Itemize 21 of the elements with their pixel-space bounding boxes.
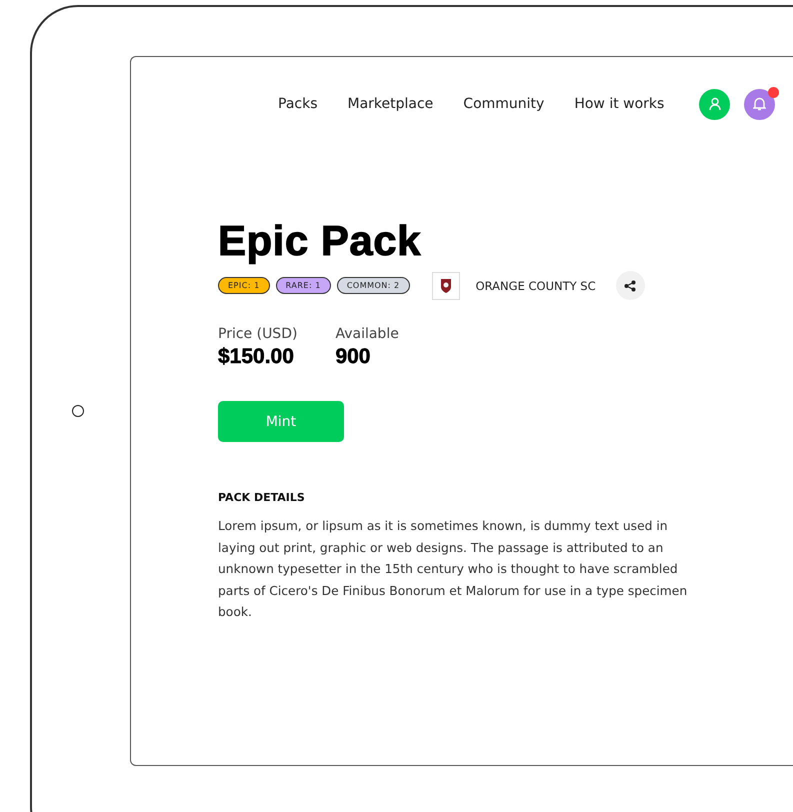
stat-value: $150.00 xyxy=(218,345,295,369)
share-icon xyxy=(624,280,636,292)
nav-link[interactable]: How it works xyxy=(574,96,664,112)
share-button[interactable] xyxy=(616,271,645,300)
pack-description: Lorem ipsum, or lipsum as it is sometimes known, is dummy text used in laying out print, graphic or web designs. The passage is attributed to an unknown typesetter in the 15th century who is thought to have scrambled parts of Cicero's De Finibus Bonorum et Malorum for use in a type specimen book. xyxy=(218,518,688,622)
pack-title: Epic Pack xyxy=(218,217,422,265)
rarity-tag: COMMON: 2 xyxy=(336,277,410,294)
stat-label: Price (USD) xyxy=(218,326,298,342)
rarity-tag: RARE: 1 xyxy=(276,277,331,294)
user-icon xyxy=(708,97,722,111)
stat-value: 900 xyxy=(335,345,372,369)
bell-icon xyxy=(753,97,766,111)
home-button[interactable] xyxy=(72,405,84,417)
nav-link[interactable]: Marketplace xyxy=(348,96,434,112)
shield-icon xyxy=(440,278,452,294)
nav-link[interactable]: Packs xyxy=(278,96,318,112)
club-name: ORANGE COUNTY SC xyxy=(476,278,596,292)
stat-label: Available xyxy=(335,326,399,342)
nav-link[interactable]: Community xyxy=(463,96,544,112)
rarity-tag: EPIC: 1 xyxy=(218,277,270,294)
section-heading: PACK DETAILS xyxy=(218,491,306,504)
